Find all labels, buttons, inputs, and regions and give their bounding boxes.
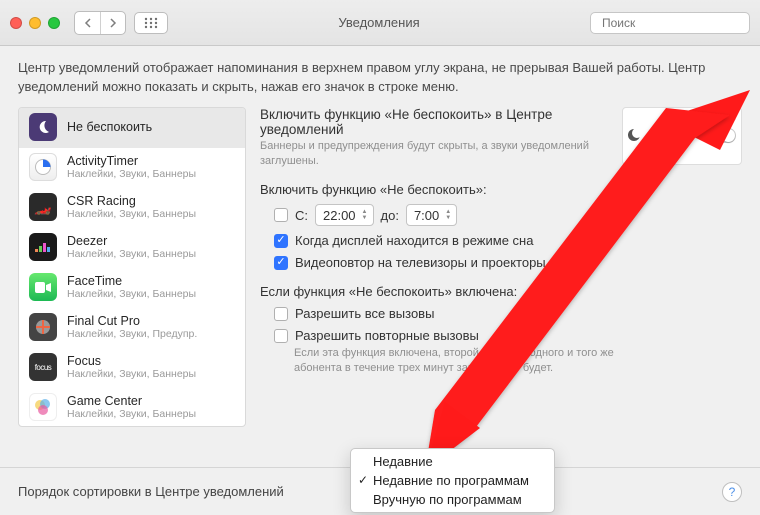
allow-repeat-calls-checkbox[interactable] bbox=[274, 329, 288, 343]
zoom-window-button[interactable] bbox=[48, 17, 60, 29]
sleep-display-checkbox[interactable] bbox=[274, 234, 288, 248]
bubbles-icon bbox=[33, 397, 53, 417]
detail-pane: Включить функцию «Не беспокоить» в Центр… bbox=[260, 107, 742, 427]
equalizer-icon bbox=[35, 241, 51, 253]
allow-repeat-note: Если эта функция включена, второй вызов … bbox=[294, 346, 624, 376]
sidebar-item-sub: Наклейки, Звуки, Баннеры bbox=[67, 288, 196, 300]
sidebar-item-label: CSR Racing bbox=[67, 194, 196, 208]
chevron-left-icon bbox=[84, 18, 92, 28]
sidebar-item-sub: Наклейки, Звуки, Баннеры bbox=[67, 168, 196, 180]
sidebar-item-label: FaceTime bbox=[67, 274, 196, 288]
sidebar-item-sub: Наклейки, Звуки, Баннеры bbox=[67, 408, 196, 420]
sidebar-item-finalcutpro[interactable]: Final Cut ProНаклейки, Звуки, Предупр. bbox=[19, 308, 245, 348]
dropdown-item-recent[interactable]: Недавние bbox=[351, 452, 554, 471]
dropdown-item-manual-by-app[interactable]: Вручную по программам bbox=[351, 490, 554, 509]
from-label: С: bbox=[295, 208, 308, 223]
allow-all-calls-label: Разрешить все вызовы bbox=[295, 306, 434, 321]
show-all-prefs-button[interactable] bbox=[134, 12, 168, 34]
sidebar-item-label: Не беспокоить bbox=[67, 120, 152, 134]
section-title: Включить функцию «Не беспокоить» в Центр… bbox=[260, 107, 610, 137]
traffic-lights bbox=[10, 17, 60, 29]
sidebar-item-label: Deezer bbox=[67, 234, 196, 248]
sidebar-item-label: Focus bbox=[67, 354, 196, 368]
preview-thumbnail: ⌕≡ bbox=[622, 107, 742, 165]
dropdown-item-recent-by-app[interactable]: Недавние по программам bbox=[351, 471, 554, 490]
sidebar-item-activitytimer[interactable]: ActivityTimerНаклейки, Звуки, Баннеры bbox=[19, 148, 245, 188]
search-mini-icon: ⌕ bbox=[721, 113, 727, 124]
mirroring-label: Видеоповтор на телевизоры и проекторы bbox=[295, 255, 546, 270]
toggle-mini-icon bbox=[708, 128, 736, 143]
search-input[interactable] bbox=[602, 16, 757, 30]
nav-segmented bbox=[74, 11, 126, 35]
back-button[interactable] bbox=[75, 12, 100, 34]
pie-clock-icon bbox=[34, 158, 52, 176]
section-subtitle: Баннеры и предупреждения будут скрыты, а… bbox=[260, 139, 610, 169]
to-stepper[interactable]: ▲▼ bbox=[443, 209, 453, 221]
to-label: до: bbox=[381, 208, 399, 223]
grid-icon bbox=[144, 17, 158, 29]
sort-order-label: Порядок сортировки в Центре уведомлений bbox=[18, 484, 284, 499]
allow-repeat-calls-label: Разрешить повторные вызовы bbox=[295, 328, 479, 343]
clapper-icon bbox=[34, 318, 52, 336]
help-button[interactable]: ? bbox=[722, 482, 742, 502]
sidebar-item-sub: Наклейки, Звуки, Баннеры bbox=[67, 208, 196, 220]
app-list-sidebar: Не беспокоить ActivityTimerНаклейки, Зву… bbox=[18, 107, 246, 427]
to-time-value: 7:00 bbox=[414, 208, 439, 223]
sidebar-item-label: Game Center bbox=[67, 394, 196, 408]
sidebar-item-facetime[interactable]: FaceTimeНаклейки, Звуки, Баннеры bbox=[19, 268, 245, 308]
allow-all-calls-checkbox[interactable] bbox=[274, 307, 288, 321]
mirroring-checkbox[interactable] bbox=[274, 256, 288, 270]
window-toolbar: Уведомления bbox=[0, 0, 760, 46]
car-icon: 🏎️ bbox=[34, 199, 51, 216]
focus-icon: focus bbox=[35, 363, 52, 372]
from-time-value: 22:00 bbox=[323, 208, 356, 223]
window-title: Уведомления bbox=[176, 15, 582, 30]
when-on-heading: Если функция «Не беспокоить» включена: bbox=[260, 284, 742, 299]
schedule-heading: Включить функцию «Не беспокоить»: bbox=[260, 182, 742, 197]
list-mini-icon: ≡ bbox=[730, 113, 736, 124]
moon-mini-icon bbox=[628, 129, 640, 141]
moon-icon bbox=[35, 119, 51, 135]
to-time-field[interactable]: 7:00 ▲▼ bbox=[406, 204, 457, 226]
sleep-display-label: Когда дисплей находится в режиме сна bbox=[295, 233, 533, 248]
sidebar-item-csrracing[interactable]: 🏎️ CSR RacingНаклейки, Звуки, Баннеры bbox=[19, 188, 245, 228]
pane-description: Центр уведомлений отображает напоминания… bbox=[0, 46, 760, 107]
chevron-right-icon bbox=[109, 18, 117, 28]
sidebar-item-focus[interactable]: focus FocusНаклейки, Звуки, Баннеры bbox=[19, 348, 245, 388]
sidebar-item-sub: Наклейки, Звуки, Баннеры bbox=[67, 248, 196, 260]
minimize-window-button[interactable] bbox=[29, 17, 41, 29]
sidebar-item-label: Final Cut Pro bbox=[67, 314, 197, 328]
video-icon bbox=[35, 282, 51, 293]
from-time-field[interactable]: 22:00 ▲▼ bbox=[315, 204, 374, 226]
from-stepper[interactable]: ▲▼ bbox=[360, 209, 370, 221]
sidebar-item-deezer[interactable]: DeezerНаклейки, Звуки, Баннеры bbox=[19, 228, 245, 268]
sidebar-item-label: ActivityTimer bbox=[67, 154, 196, 168]
toolbar-search[interactable] bbox=[590, 12, 750, 34]
close-window-button[interactable] bbox=[10, 17, 22, 29]
schedule-checkbox[interactable] bbox=[274, 208, 288, 222]
forward-button[interactable] bbox=[100, 12, 125, 34]
sidebar-item-sub: Наклейки, Звуки, Предупр. bbox=[67, 328, 197, 340]
sidebar-item-sub: Наклейки, Звуки, Баннеры bbox=[67, 368, 196, 380]
sort-order-dropdown: Недавние Недавние по программам Вручную … bbox=[350, 448, 555, 513]
sidebar-item-gamecenter[interactable]: Game CenterНаклейки, Звуки, Баннеры bbox=[19, 388, 245, 427]
sidebar-item-dnd[interactable]: Не беспокоить bbox=[19, 108, 245, 148]
